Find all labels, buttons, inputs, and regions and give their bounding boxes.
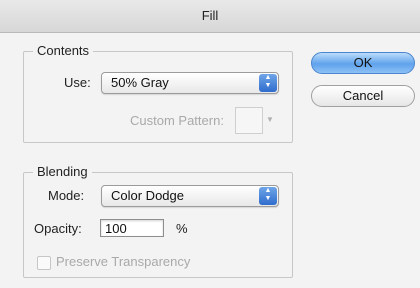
fill-dialog: Fill Contents Use: 50% Gray ▲ ▼ Custom Pa… — [0, 0, 420, 288]
contents-legend: Contents — [33, 43, 94, 59]
mode-label: Mode: — [48, 188, 85, 203]
mode-value: Color Dodge — [111, 188, 184, 203]
opacity-input[interactable]: 100 — [100, 219, 164, 237]
up-down-arrows-icon: ▲ ▼ — [259, 74, 277, 92]
cancel-button[interactable]: Cancel — [311, 85, 415, 107]
preserve-transparency-label: Preserve Transparency — [56, 254, 191, 269]
ok-button[interactable]: OK — [311, 52, 415, 74]
preserve-transparency-checkbox[interactable] — [37, 256, 51, 270]
opacity-label: Opacity: — [34, 221, 82, 236]
custom-pattern-picker — [235, 107, 263, 134]
pattern-dropdown-arrow-icon: ▼ — [266, 115, 274, 124]
custom-pattern-label: Custom Pattern: — [130, 113, 224, 128]
window-title: Fill — [0, 0, 420, 33]
mode-dropdown[interactable]: Color Dodge ▲ ▼ — [101, 185, 279, 207]
use-label: Use: — [64, 75, 91, 90]
use-value: 50% Gray — [111, 75, 169, 90]
use-dropdown[interactable]: 50% Gray ▲ ▼ — [101, 72, 279, 94]
blending-legend: Blending — [33, 164, 92, 180]
opacity-unit: % — [176, 221, 188, 236]
up-down-arrows-icon: ▲ ▼ — [259, 187, 277, 205]
